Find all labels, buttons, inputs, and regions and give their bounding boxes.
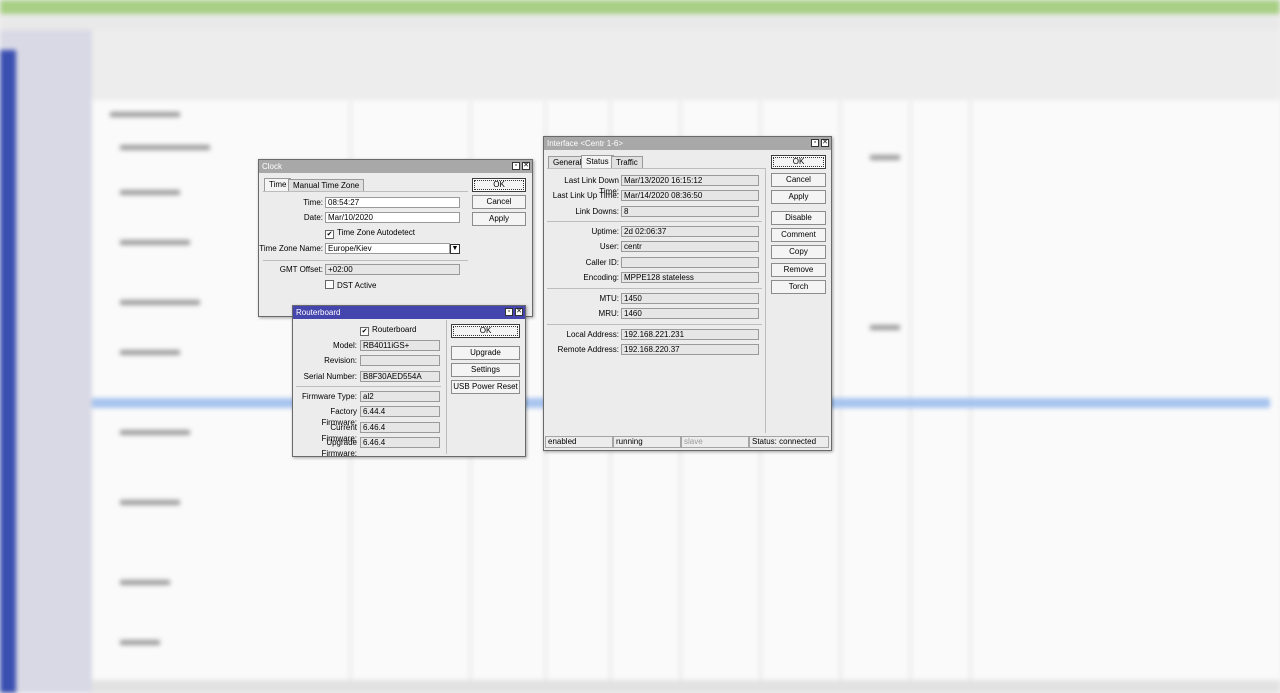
remote-address-field: 192.168.220.37 xyxy=(621,344,759,355)
user-field: centr xyxy=(621,241,759,252)
current-firmware-field: 6.46.4 xyxy=(360,422,440,433)
close-icon[interactable]: ✕ xyxy=(821,139,829,147)
clock-window: Clock ▫ ✕ Time Manual Time Zone Time: 08… xyxy=(258,159,533,317)
uptime-label: Uptime: xyxy=(591,227,619,236)
last-link-down-field: Mar/13/2020 16:15:12 xyxy=(621,175,759,186)
app-title-bar xyxy=(0,0,1280,14)
routerboard-window: Routerboard ▫ ✕ ✔ Routerboard Model: RB40… xyxy=(292,305,526,458)
firmware-type-field: al2 xyxy=(360,391,440,402)
routerboard-ok-button[interactable]: OK xyxy=(451,324,520,338)
mtu-field: 1450 xyxy=(621,293,759,304)
encoding-label: Encoding: xyxy=(583,273,619,282)
status-connected: Status: connected xyxy=(749,436,829,448)
checkmark-icon: ✔ xyxy=(325,230,334,239)
mtu-label: MTU: xyxy=(599,294,619,303)
app-status-bar xyxy=(92,680,1280,693)
routerboard-settings-button[interactable]: Settings xyxy=(451,363,520,377)
interface-remove-button[interactable]: Remove xyxy=(771,263,826,277)
status-running: running xyxy=(613,436,681,448)
time-field[interactable]: 08:54:27 xyxy=(325,197,460,208)
user-label: User: xyxy=(599,242,619,251)
clock-title-bar[interactable]: Clock ▫ ✕ xyxy=(259,160,532,173)
usb-power-reset-button[interactable]: USB Power Reset xyxy=(451,380,520,394)
serial-number-label: Serial Number: xyxy=(303,372,357,381)
uptime-field: 2d 02:06:37 xyxy=(621,226,759,237)
revision-label: Revision: xyxy=(324,356,357,365)
caller-id-field xyxy=(621,257,759,268)
interface-apply-button[interactable]: Apply xyxy=(771,190,826,204)
routerboard-title-bar[interactable]: Routerboard ▫ ✕ xyxy=(293,306,525,319)
clock-title: Clock xyxy=(262,162,283,171)
gmt-offset-label: GMT Offset: xyxy=(279,265,323,274)
caller-id-label: Caller ID: xyxy=(585,258,619,267)
remote-address-label: Remote Address: xyxy=(557,345,619,354)
time-label: Time: xyxy=(303,198,323,207)
interface-title: Interface <Centr 1-6> xyxy=(547,139,624,148)
link-downs-label: Link Downs: xyxy=(575,207,619,216)
model-label: Model: xyxy=(332,341,357,350)
tab-traffic[interactable]: Traffic xyxy=(611,156,643,168)
clock-apply-button[interactable]: Apply xyxy=(472,212,526,226)
firmware-type-label: Firmware Type: xyxy=(302,392,357,401)
upgrade-firmware-field: 6.46.4 xyxy=(360,437,440,448)
gmt-offset-field: +02:00 xyxy=(325,264,460,275)
interface-title-bar[interactable]: Interface <Centr 1-6> ▫ ✕ xyxy=(544,137,831,150)
clock-ok-button[interactable]: OK xyxy=(472,178,526,192)
tab-manual-time-zone[interactable]: Manual Time Zone xyxy=(288,179,365,191)
checkmark-icon: ✔ xyxy=(360,327,369,336)
app-toolbar xyxy=(92,30,1280,100)
interface-ok-button[interactable]: OK xyxy=(771,155,826,169)
serial-number-field: B8F30AED554A xyxy=(360,371,440,382)
interface-disable-button[interactable]: Disable xyxy=(771,211,826,225)
maximize-icon[interactable]: ▫ xyxy=(505,308,513,316)
date-field[interactable]: Mar/10/2020 xyxy=(325,212,460,223)
date-label: Date: xyxy=(303,213,323,222)
mru-label: MRU: xyxy=(598,309,619,318)
encoding-field: MPPE128 stateless xyxy=(621,272,759,283)
time-zone-name-select[interactable]: Europe/Kiev xyxy=(325,243,450,254)
interface-comment-button[interactable]: Comment xyxy=(771,228,826,242)
routerboard-checkbox: ✔ Routerboard xyxy=(360,325,417,336)
status-slave: slave xyxy=(681,436,749,448)
routerboard-upgrade-button[interactable]: Upgrade xyxy=(451,346,520,360)
interface-cancel-button[interactable]: Cancel xyxy=(771,173,826,187)
close-icon[interactable]: ✕ xyxy=(515,308,523,316)
local-address-field: 192.168.221.231 xyxy=(621,329,759,340)
time-zone-name-label: Time Zone Name: xyxy=(259,244,323,253)
link-downs-field: 8 xyxy=(621,206,759,217)
revision-field xyxy=(360,355,440,366)
upgrade-firmware-label: Upgrade Firmware: xyxy=(321,438,357,458)
dst-active-checkbox: DST Active xyxy=(325,280,376,291)
interface-copy-button[interactable]: Copy xyxy=(771,245,826,259)
time-zone-autodetect-checkbox[interactable]: ✔ Time Zone Autodetect xyxy=(325,228,415,239)
clock-cancel-button[interactable]: Cancel xyxy=(472,195,526,209)
local-address-label: Local Address: xyxy=(566,330,619,339)
last-link-up-label: Last Link Up Time: xyxy=(552,191,619,200)
interface-torch-button[interactable]: Torch xyxy=(771,280,826,294)
app-menu-bar xyxy=(0,14,1280,30)
last-link-up-field: Mar/14/2020 08:36:50 xyxy=(621,190,759,201)
mru-field: 1460 xyxy=(621,308,759,319)
maximize-icon[interactable]: ▫ xyxy=(811,139,819,147)
status-enabled: enabled xyxy=(545,436,613,448)
app-sidebar xyxy=(0,30,92,693)
routerboard-title: Routerboard xyxy=(296,308,341,317)
dropdown-icon[interactable]: ▼ xyxy=(450,244,460,254)
model-field: RB4011iGS+ xyxy=(360,340,440,351)
factory-firmware-field: 6.44.4 xyxy=(360,406,440,417)
tab-status[interactable]: Status xyxy=(581,155,614,168)
maximize-icon[interactable]: ▫ xyxy=(512,162,520,170)
close-icon[interactable]: ✕ xyxy=(522,162,530,170)
interface-window: Interface <Centr 1-6> ▫ ✕ General Status… xyxy=(543,136,832,451)
